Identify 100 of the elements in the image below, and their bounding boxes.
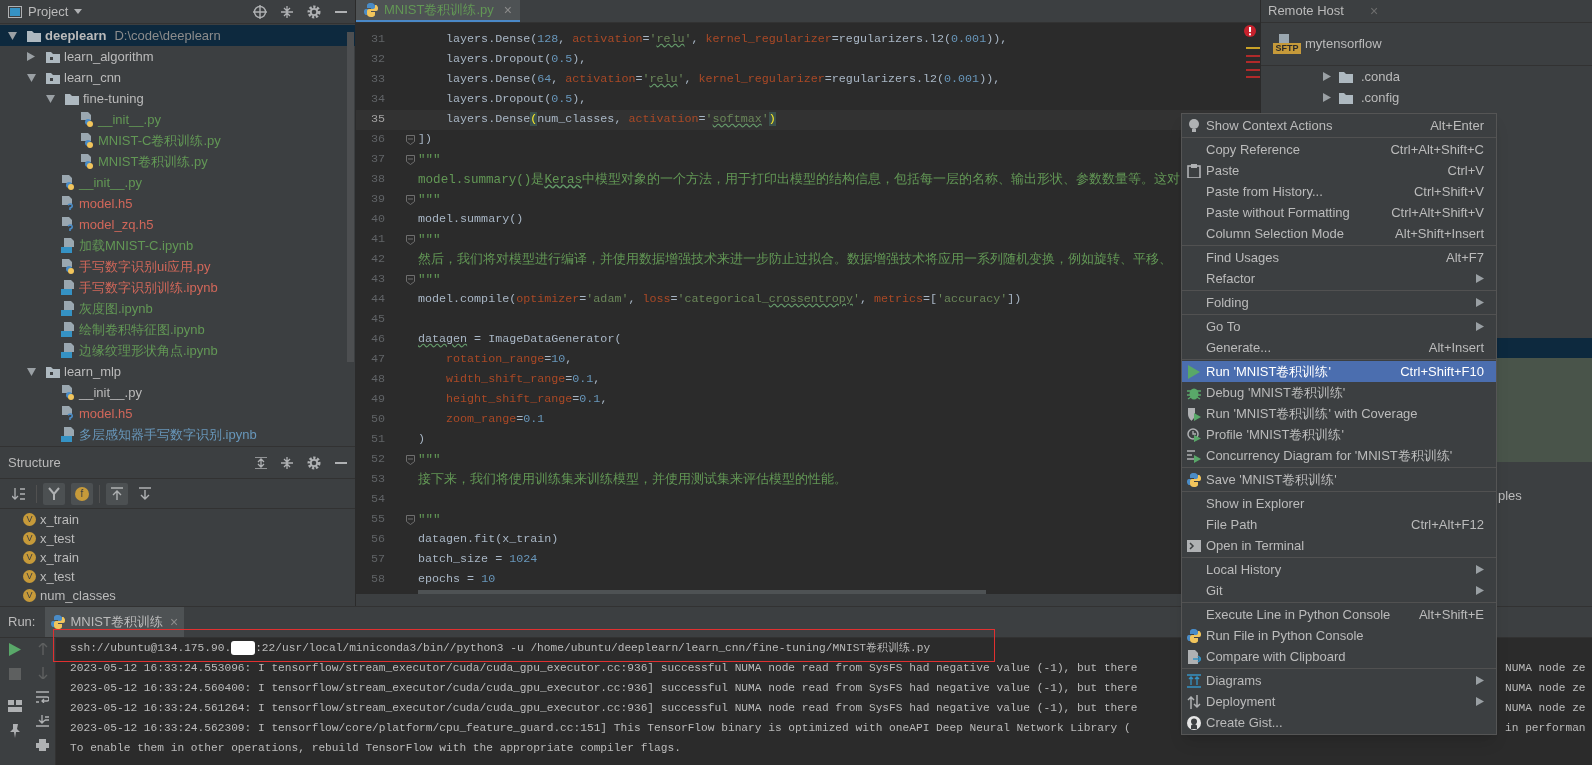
tree-item[interactable]: MNIST卷积训练.py xyxy=(0,151,355,172)
error-icon[interactable] xyxy=(1244,25,1256,37)
tree-row[interactable]: deeplearn D:\code\deeplearn xyxy=(0,25,355,46)
menu-item[interactable]: Refactor xyxy=(1182,268,1496,289)
menu-item[interactable]: Run 'MNIST卷积训练' Ctrl+Shift+F10 xyxy=(1182,361,1496,382)
run-icon[interactable] xyxy=(9,643,21,656)
menu-item[interactable]: Paste from History... Ctrl+Shift+V xyxy=(1182,181,1496,202)
locate-icon[interactable] xyxy=(253,4,267,19)
menu-item[interactable]: Folding xyxy=(1182,292,1496,313)
scroll-end-icon[interactable] xyxy=(36,715,49,727)
run-icon xyxy=(1187,364,1201,379)
menu-item[interactable]: Execute Line in Python Console Alt+Shift+E xyxy=(1182,604,1496,625)
line-number: 39 xyxy=(369,191,385,209)
expand-arrow-icon xyxy=(1323,72,1331,81)
structure-item[interactable]: V x_test xyxy=(0,567,355,586)
menu-item[interactable]: File Path Ctrl+Alt+F12 xyxy=(1182,514,1496,535)
shortcut-label: Ctrl+Shift+F10 xyxy=(1400,362,1484,381)
menu-item[interactable]: Profile 'MNIST卷积训练' xyxy=(1182,424,1496,445)
toggle-button[interactable]: f xyxy=(71,482,93,505)
menu-item[interactable]: Column Selection Mode Alt+Shift+Insert xyxy=(1182,223,1496,244)
console-text: NUMA node ze xyxy=(1505,661,1586,676)
item-label: x_test xyxy=(40,567,75,586)
item-label: num_classes xyxy=(40,586,116,605)
tree-item[interactable]: 绘制卷积特征图.ipynb xyxy=(0,319,355,340)
structure-item[interactable]: V x_train xyxy=(0,510,355,529)
code-line: rotation_range=10, xyxy=(445,351,573,369)
code-line: model.compile(optimizer='adam', loss='categorical_crossentropy', metrics=['accuracy']) xyxy=(418,291,1022,309)
tree-item[interactable]: model.h5 xyxy=(0,403,355,424)
folder-icon xyxy=(1339,70,1353,83)
code-line: layers.Dropout(0.5), xyxy=(445,91,587,109)
menu-item[interactable]: Show Context Actions Alt+Enter xyxy=(1182,115,1496,136)
tree-item[interactable]: .config xyxy=(1261,87,1592,108)
tree-item[interactable]: 灰度图.ipynb xyxy=(0,298,355,319)
toggle-button[interactable] xyxy=(106,482,128,505)
run-tab[interactable]: MNIST卷积训练 × xyxy=(45,607,185,637)
code-line: 接下来，我们将使用训练集来训练模型，并使用测试集来评估模型的性能。 xyxy=(418,471,847,489)
tree-item[interactable]: 加载MNIST-C.ipynb xyxy=(0,235,355,256)
menu-item[interactable]: Paste Ctrl+V xyxy=(1182,160,1496,181)
menu-item[interactable]: Run File in Python Console xyxy=(1182,625,1496,646)
menu-item[interactable]: Git xyxy=(1182,580,1496,601)
variable-icon: V xyxy=(23,532,36,545)
unknown-file-icon xyxy=(61,217,75,232)
menu-item[interactable]: Concurrency Diagram for 'MNIST卷积训练' xyxy=(1182,445,1496,466)
tree-item[interactable]: __init__.py xyxy=(0,172,355,193)
tree-item[interactable]: learn_algorithm xyxy=(0,46,355,67)
settings-icon[interactable] xyxy=(307,455,321,470)
menu-item[interactable]: Go To xyxy=(1182,316,1496,337)
code-line: layers.Dense(64, activation='relu', kernel_regularizer=regularizers.l2(0.001)), xyxy=(445,71,1001,89)
wrap-icon[interactable] xyxy=(36,691,49,703)
menu-item[interactable]: Run 'MNIST卷积训练' with Coverage xyxy=(1182,403,1496,424)
tree-item[interactable]: 边缘纹理形状角点.ipynb xyxy=(0,340,355,361)
menu-item[interactable]: Save 'MNIST卷积训练' xyxy=(1182,469,1496,490)
scrollbar-thumb[interactable] xyxy=(347,32,354,362)
menu-item[interactable]: Find Usages Alt+F7 xyxy=(1182,247,1496,268)
structure-item[interactable]: V x_train xyxy=(0,548,355,567)
structure-item[interactable]: V x_test xyxy=(0,529,355,548)
menu-item[interactable]: Create Gist... xyxy=(1182,712,1496,733)
view-dropdown[interactable]: Project xyxy=(8,1,83,22)
menu-item[interactable]: Local History xyxy=(1182,559,1496,580)
tree-item[interactable]: learn_cnn xyxy=(0,67,355,88)
layout-icon[interactable] xyxy=(8,700,22,712)
menu-item[interactable]: Generate... Alt+Insert xyxy=(1182,337,1496,358)
toggle-button[interactable] xyxy=(43,482,65,505)
tree-item[interactable]: .conda xyxy=(1261,66,1592,87)
clipboard-icon xyxy=(1187,163,1201,178)
structure-item[interactable]: V num_classes xyxy=(0,586,355,605)
tree-item[interactable]: model.h5 xyxy=(0,193,355,214)
menu-item[interactable]: Diagrams xyxy=(1182,670,1496,691)
tree-item[interactable]: 手写数字识别ui应用.py xyxy=(0,256,355,277)
menu-item[interactable]: Debug 'MNIST卷积训练' xyxy=(1182,382,1496,403)
collapse-all-icon[interactable] xyxy=(281,456,293,469)
menu-item[interactable]: Show in Explorer xyxy=(1182,493,1496,514)
menu-item[interactable]: Deployment xyxy=(1182,691,1496,712)
menu-item[interactable]: Compare with Clipboard xyxy=(1182,646,1496,667)
settings-icon[interactable] xyxy=(307,4,321,19)
code-line: """ xyxy=(418,511,441,529)
expand-all-icon[interactable] xyxy=(255,456,267,469)
tree-item[interactable]: model_zq.h5 xyxy=(0,214,355,235)
menu-item[interactable]: Copy Reference Ctrl+Alt+Shift+C xyxy=(1182,139,1496,160)
tree-item[interactable]: __init__.py xyxy=(0,109,355,130)
collapse-all-icon[interactable] xyxy=(281,5,293,18)
pin-icon[interactable] xyxy=(9,724,21,738)
line-number: 36 xyxy=(369,131,385,149)
tree-item[interactable]: fine-tuning xyxy=(0,88,355,109)
shortcut-label: Alt+Insert xyxy=(1428,338,1484,357)
tree-item[interactable]: __init__.py xyxy=(0,382,355,403)
server-item[interactable]: SFTP mytensorflow xyxy=(1261,23,1592,66)
tree-item[interactable]: 多层感知器手写数字识别.ipynb xyxy=(0,424,355,445)
compare-icon xyxy=(1187,649,1201,664)
menu-item[interactable]: Open in Terminal xyxy=(1182,535,1496,556)
lightbulb-icon xyxy=(1187,118,1201,133)
code-line: 然后，我们将对模型进行编译，并使用数据增强技术来进一步防止过拟合。数据增强技术将应用一系列随机变换，例如旋转、平移、 xyxy=(418,251,1172,269)
tree-item[interactable]: learn_mlp xyxy=(0,361,355,382)
shortcut-label: Ctrl+Shift+V xyxy=(1413,182,1484,201)
menu-item[interactable]: Paste without Formatting Ctrl+Alt+Shift+V xyxy=(1182,202,1496,223)
console-text: 2023-05-12 16:33:24.553096: I tensorflow/stream_executor/cuda/cuda_gpu_executor.cc:936] successful NUMA node read from SysFS had negative value (-1), but there xyxy=(70,660,1138,676)
tree-item[interactable]: MNIST-C卷积训练.py xyxy=(0,130,355,151)
shortcut-label: Ctrl+Alt+Shift+C xyxy=(1390,140,1484,159)
line-number: 41 xyxy=(369,231,385,249)
tree-item[interactable]: 手写数字识别训练.ipynb xyxy=(0,277,355,298)
